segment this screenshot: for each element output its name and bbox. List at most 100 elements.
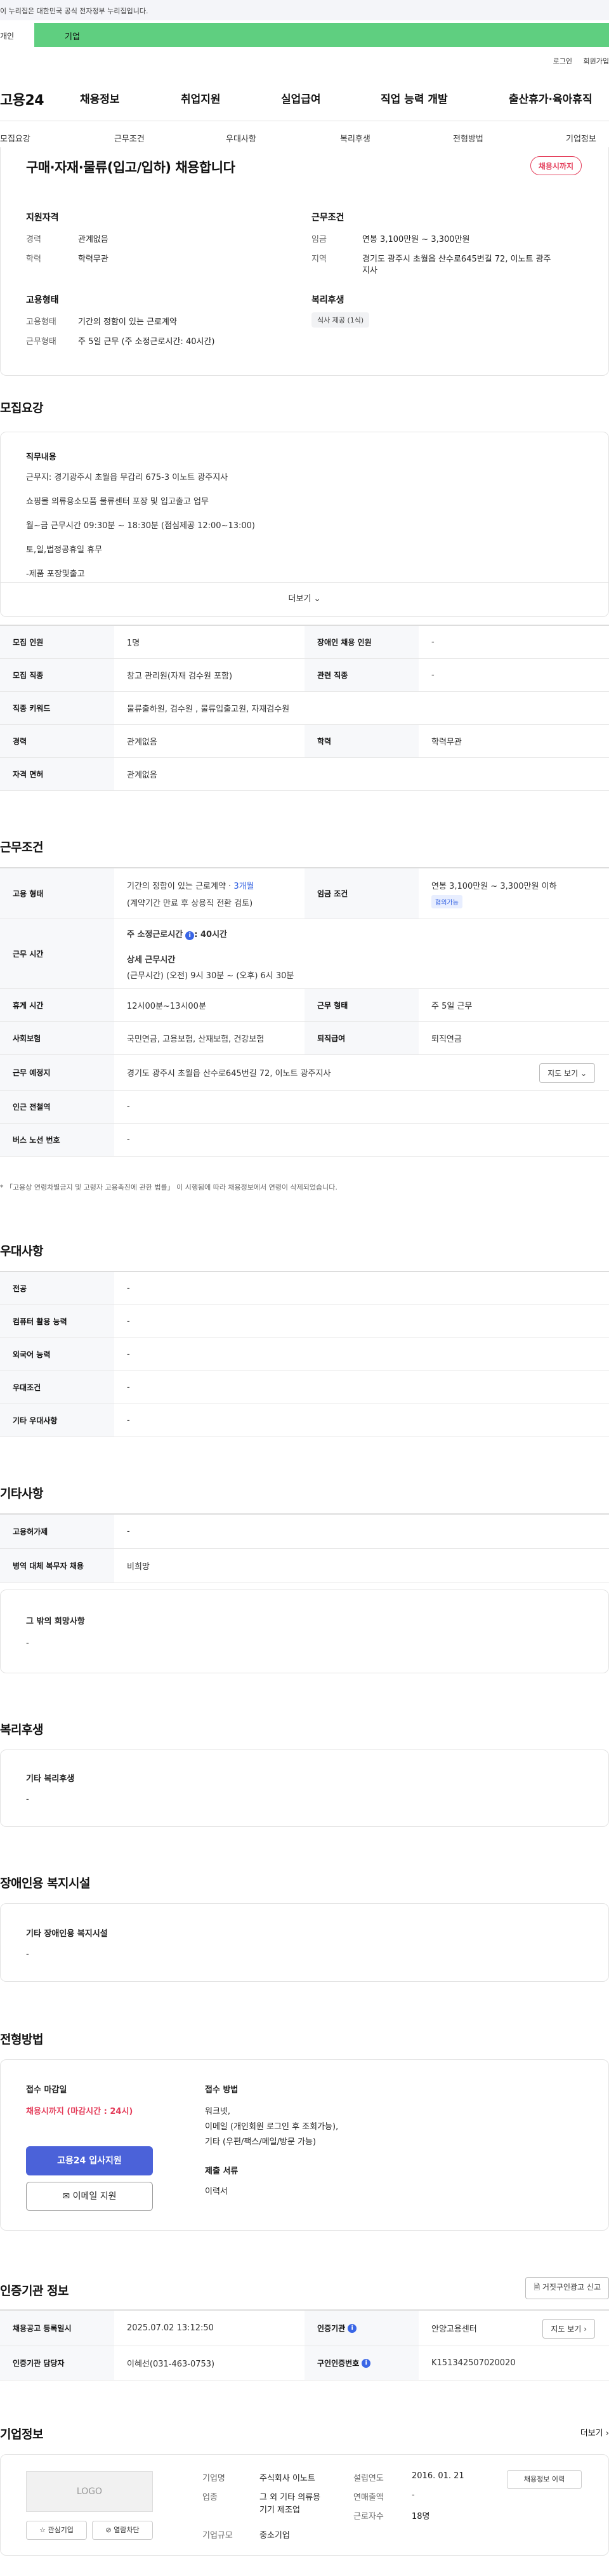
table-value: 이혜선(031-463-0753) — [127, 2360, 215, 2369]
cond-area: 지역 경기도 광주시 초월읍 산수로645번길 72, 이노트 광주 — [311, 252, 551, 264]
favorite-company-button[interactable]: ☆ 관심기업 — [26, 2521, 87, 2540]
welfare-box-title: 기타 복리후생 — [26, 1774, 75, 1784]
table-row: 휴게 시간 12시00분~13시00분 근무 형태 주 5일 근무 — [0, 989, 609, 1022]
report-false-ad-label: 거짓구인광고 신고 — [542, 2283, 601, 2292]
weekly-hours: 주 소정근로시간 i: 40시간 — [127, 927, 227, 940]
table-key: 병역 대체 복무자 채용 — [0, 1549, 114, 1583]
cond-area-value-2: 지사 — [362, 266, 377, 276]
duty-more-button[interactable]: 더보기 ⌄ — [1, 582, 608, 610]
founded-value: 2016. 01. 21 — [412, 2471, 464, 2481]
nav-parental-leave[interactable]: 출산휴가·육아휴직 — [509, 90, 593, 106]
nav-unemployment-benefit[interactable]: 실업급여 — [281, 90, 321, 106]
company-name-value: 주식회사 이노트 — [259, 2474, 315, 2483]
table-value: 안양고용센터 — [431, 2325, 477, 2334]
chevron-right-icon: › — [584, 2325, 587, 2334]
summary-card: 구매·자재·물류(입고/입하) 채용합니다 채용시까지 지원자격 경력 관계없음 … — [0, 147, 609, 376]
table-key: 전공 — [0, 1272, 114, 1305]
preference-section-title: 우대사항 — [0, 1244, 43, 1258]
anchor-preference[interactable]: 우대사항 — [226, 132, 256, 144]
report-false-ad-button[interactable]: 🗎 거짓구인광고 신고 — [525, 2277, 609, 2299]
qual-education-value: 학력무관 — [78, 255, 108, 264]
tab-individual[interactable]: 개인 — [0, 23, 34, 47]
other-wishes-box: 그 밖의 희망사항 - — [0, 1590, 609, 1673]
qual-education: 학력 학력무관 — [26, 252, 108, 264]
duty-line: 쇼핑몰 의류용소모품 물류센터 포장 및 입고출고 업무 — [26, 497, 209, 507]
table-value: - — [127, 1135, 130, 1145]
table-key: 우대조건 — [0, 1371, 114, 1404]
cond-wage: 임금 연봉 3,100만원 ~ 3,300만원 — [311, 232, 469, 244]
tab-business[interactable]: 기업 — [34, 23, 609, 47]
block-viewing-button[interactable]: ⊘ 열람차단 — [92, 2521, 153, 2540]
agency-map-button[interactable]: 지도 보기 › — [542, 2319, 595, 2339]
table-value: 비희망 — [127, 1562, 150, 1572]
method-title: 접수 방법 — [205, 2085, 239, 2095]
table-value: - — [127, 1284, 130, 1293]
welfare-heading: 복리후생 — [311, 295, 344, 305]
anchor-selection[interactable]: 전형방법 — [453, 132, 483, 144]
employees-label: 근로자수 — [353, 2512, 384, 2521]
selection-section-title: 전형방법 — [0, 2033, 43, 2047]
anchor-company[interactable]: 기업정보 — [566, 132, 596, 144]
user-type-tabs: 개인 기업 — [0, 23, 609, 47]
company-name-label: 기업명 — [202, 2474, 225, 2483]
company-logo: LOGO — [26, 2471, 153, 2512]
chevron-down-icon: ⌄ — [580, 1069, 587, 1078]
negotiable-tag: 협의가능 — [431, 894, 462, 908]
welfare-section-title: 복리후생 — [0, 1723, 43, 1737]
company-more-link[interactable]: 더보기 › — [580, 2426, 609, 2438]
table-row: 기타 우대사항 - — [0, 1404, 609, 1437]
signup-link[interactable]: 회원가입 — [584, 57, 609, 65]
table-value: - — [431, 637, 435, 647]
info-icon[interactable]: i — [362, 2358, 371, 2368]
company-section-title: 기업정보 — [0, 2427, 43, 2441]
table-row: 인근 전철역 - — [0, 1091, 609, 1124]
facility-section-title: 장애인용 복지시설 — [0, 1876, 90, 1890]
chevron-down-icon: ⌄ — [313, 594, 321, 604]
table-value: 관계없음 — [127, 738, 157, 747]
info-icon[interactable]: i — [185, 931, 195, 940]
anchor-conditions[interactable]: 근무조건 — [114, 132, 145, 144]
table-key: 자격 면허 — [0, 758, 114, 790]
welfare-box-value: - — [26, 1795, 29, 1804]
table-value: 국민연금, 고용보험, 산재보험, 건강보험 — [127, 1035, 265, 1044]
company-more-label: 더보기 — [580, 2429, 603, 2438]
table-row: 근무 예정지 경기도 광주시 초월읍 산수로645번길 72, 이노트 광주지사… — [0, 1055, 609, 1091]
email-apply-button[interactable]: ✉ 이메일 지원 — [26, 2182, 153, 2211]
nav-employment-support[interactable]: 취업지원 — [181, 90, 221, 106]
table-key: 휴게 시간 — [0, 989, 114, 1021]
nav-job-info[interactable]: 채용정보 — [80, 90, 120, 106]
company-size-label: 기업규모 — [202, 2531, 233, 2540]
cert-table: 채용공고 등록일시 2025.07.02 13:12:50 인증기관 i 안양고용… — [0, 2309, 609, 2380]
agency-map-label: 지도 보기 — [551, 2325, 582, 2334]
table-key: 근무 시간 — [0, 919, 114, 988]
detail-hours-value: (근무시간) (오전) 9시 30분 ~ (오후) 6시 30분 — [127, 971, 294, 981]
recruit-table: 모집 인원 1명 장애인 채용 인원 - 모집 직종 창고 관리원(자재 검수원… — [0, 625, 609, 791]
employment-type-note: (계약기간 만료 후 상용직 전환 검토) — [127, 898, 253, 908]
weekly-hours-value: : 40시간 — [194, 929, 227, 939]
table-key: 구인인증번호 i — [304, 2346, 419, 2380]
table-row: 근무 시간 주 소정근로시간 i: 40시간 상세 근무시간 (근무시간) (오전… — [0, 919, 609, 989]
table-value: - — [127, 1350, 130, 1359]
nav-vocational-training[interactable]: 직업 능력 개발 — [381, 90, 448, 106]
contract-period: 3개월 — [233, 881, 254, 891]
company-size-value: 중소기업 — [259, 2531, 290, 2540]
table-value: 퇴직연금 — [431, 1035, 462, 1044]
site-logo[interactable]: 고용24 — [0, 89, 44, 109]
table-row: 외국어 능력 - — [0, 1338, 609, 1371]
apply-button[interactable]: 고용24 입사지원 — [26, 2146, 153, 2175]
work-place-value: 경기도 광주시 초월읍 산수로645번길 72, 이노트 광주지사 — [127, 1069, 331, 1079]
table-key: 인증기관 i — [304, 2311, 419, 2346]
cond-area-cont: 지사 — [362, 263, 377, 276]
table-value: K151342507020020 — [431, 2358, 516, 2368]
job-history-button[interactable]: 채용정보 이력 — [507, 2470, 582, 2489]
login-link[interactable]: 로그인 — [553, 57, 572, 65]
anchor-welfare[interactable]: 복리후생 — [340, 132, 370, 144]
table-row: 컴퓨터 활용 능력 - — [0, 1305, 609, 1338]
map-view-button[interactable]: 지도 보기 ⌄ — [539, 1063, 595, 1083]
main-nav: 고용24 채용정보 취업지원 실업급여 직업 능력 개발 출산휴가·육아휴직 — [0, 89, 609, 114]
info-icon[interactable]: i — [348, 2323, 357, 2333]
conditions-section-title: 근무조건 — [0, 840, 43, 854]
anchor-recruit[interactable]: 모집요강 — [0, 132, 30, 144]
facility-box-title: 기타 장애인용 복지시설 — [26, 1929, 108, 1939]
detail-hours-title: 상세 근무시간 — [127, 955, 176, 965]
